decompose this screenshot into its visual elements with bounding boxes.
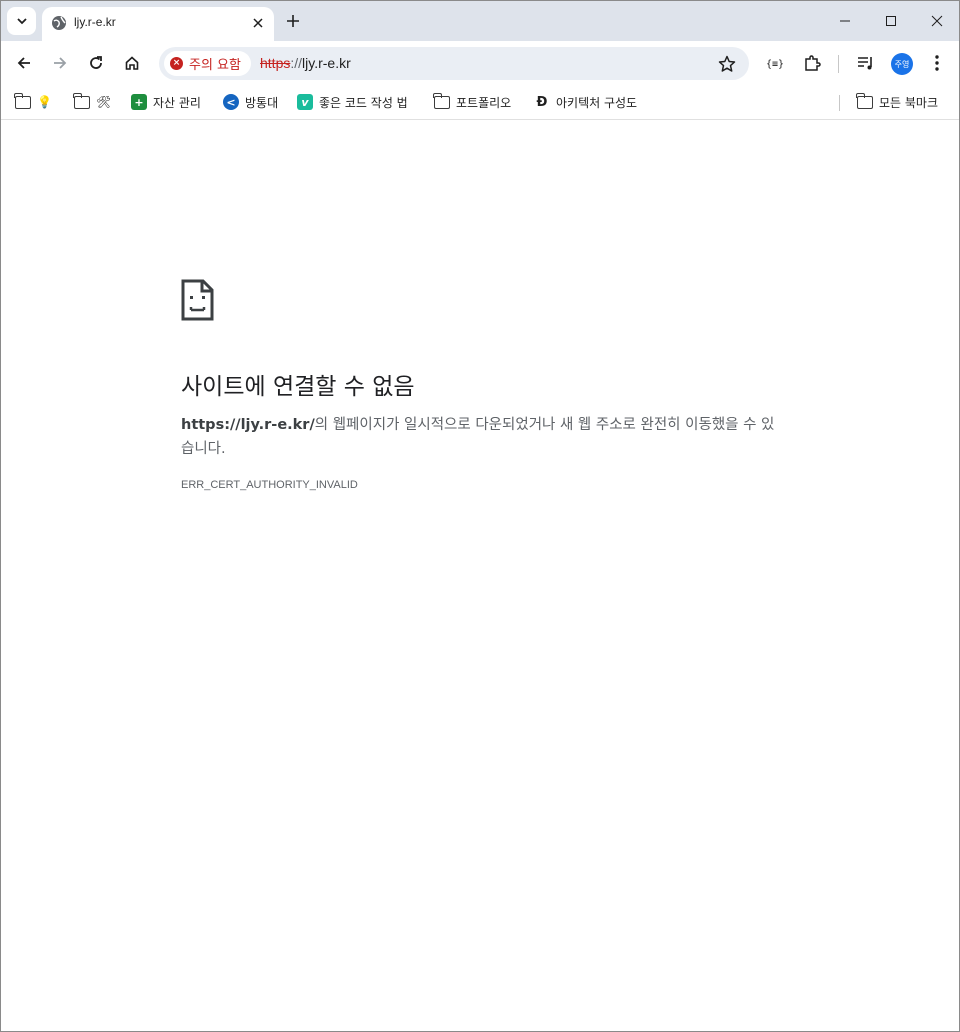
url-separator: :// <box>290 55 303 71</box>
bookmark-label: 좋은 코드 작성 법 <box>319 95 408 110</box>
arrow-left-icon <box>17 57 30 69</box>
bookmark-folder-portfolio[interactable]: 포트폴리오 <box>433 91 512 113</box>
sad-document-icon <box>181 279 214 321</box>
all-bookmarks-label: 모든 북마크 <box>879 95 939 110</box>
toolbar: × 주의 요함 https://ljy.r-e.kr {≡} 주영 <box>1 41 959 86</box>
bookmark-label: 방통대 <box>245 95 279 110</box>
folder-icon <box>73 92 90 109</box>
sheets-icon: + <box>131 94 147 110</box>
arrow-right-icon <box>54 57 67 69</box>
plus-icon <box>287 15 299 27</box>
bookmark-star-button[interactable] <box>717 54 737 74</box>
new-tab-button[interactable] <box>283 11 303 31</box>
home-button[interactable] <box>120 51 144 75</box>
chevron-down-icon <box>16 18 27 25</box>
bookmark-good-code[interactable]: v 좋은 코드 작성 법 <box>297 91 408 113</box>
playlist-music-icon <box>858 57 872 70</box>
bookmark-label: 💡 <box>37 95 52 109</box>
error-url: https://ljy.r-e.kr/ <box>181 417 315 433</box>
address-bar[interactable]: × 주의 요함 https://ljy.r-e.kr <box>159 47 749 80</box>
close-tab-button[interactable] <box>250 15 266 31</box>
minimize-button[interactable] <box>833 9 857 33</box>
menu-button[interactable] <box>925 51 949 75</box>
minimize-icon <box>840 20 850 22</box>
folder-icon <box>14 92 31 109</box>
v-icon: v <box>297 94 313 110</box>
security-warning-chip[interactable]: × 주의 요함 <box>164 51 251 76</box>
tab-search-button[interactable] <box>7 7 36 35</box>
maximize-icon <box>886 16 896 26</box>
bookmark-folder-lightbulb[interactable]: 💡 <box>14 91 52 113</box>
back-button[interactable] <box>12 51 36 75</box>
bookmark-folder-tools[interactable]: 🛠 <box>73 91 112 113</box>
error-page: 사이트에 연결할 수 없음 https://ljy.r-e.kr/의 웹페이지가… <box>1 121 959 1031</box>
reload-icon <box>90 56 102 69</box>
toolbar-divider <box>838 55 839 73</box>
bookmark-label: 포트폴리오 <box>456 95 512 110</box>
error-code[interactable]: ERR_CERT_AUTHORITY_INVALID <box>181 479 358 491</box>
close-icon <box>931 15 943 27</box>
svg-text:{≡}: {≡} <box>766 59 784 70</box>
bookmarks-bar: 💡 🛠 + 자산 관리 < 방통대 v 좋은 코드 작성 법 포트폴리오 Ð 아… <box>1 86 959 120</box>
all-bookmarks-button[interactable]: 모든 북마크 <box>856 91 939 113</box>
error-title: 사이트에 연결할 수 없음 <box>181 374 415 400</box>
maximize-button[interactable] <box>879 9 903 33</box>
bookmark-knou[interactable]: < 방통대 <box>223 91 278 113</box>
security-warning-label: 주의 요함 <box>189 58 241 73</box>
knou-icon: < <box>223 94 239 110</box>
home-icon <box>125 56 139 70</box>
extension-json-button[interactable]: {≡} <box>763 51 787 75</box>
media-controls-button[interactable] <box>854 51 878 75</box>
d-icon: Ð <box>534 94 550 110</box>
bookmark-asset-management[interactable]: + 자산 관리 <box>131 91 201 113</box>
star-icon <box>718 55 736 72</box>
bookmarks-divider <box>839 95 840 111</box>
reload-button[interactable] <box>84 51 108 75</box>
tab-active[interactable]: ljy.r-e.kr <box>42 7 274 41</box>
folder-icon <box>433 92 450 109</box>
extensions-button[interactable] <box>800 51 824 75</box>
url-host: ljy.r-e.kr <box>302 55 351 71</box>
more-vertical-icon <box>935 55 939 71</box>
close-window-button[interactable] <box>925 9 949 33</box>
bookmark-label: 아키텍처 구성도 <box>556 95 638 110</box>
browser-window: ljy.r-e.kr × 주의 요함 https://ljy.r-e.kr {≡… <box>0 0 960 1032</box>
tab-title: ljy.r-e.kr <box>74 15 116 29</box>
puzzle-icon <box>805 55 821 71</box>
json-braces-icon: {≡} <box>766 59 784 70</box>
tab-strip: ljy.r-e.kr <box>1 1 959 41</box>
globe-icon <box>52 16 66 30</box>
folder-icon <box>856 92 873 109</box>
url-scheme: https <box>260 55 291 71</box>
bookmark-architecture[interactable]: Ð 아키텍처 구성도 <box>534 91 637 113</box>
profile-avatar[interactable]: 주영 <box>891 53 913 75</box>
bookmark-label: 🛠 <box>96 95 112 109</box>
close-icon <box>253 18 263 28</box>
error-message: https://ljy.r-e.kr/의 웹페이지가 일시적으로 다운되었거나 … <box>181 413 781 461</box>
url-text[interactable]: https://ljy.r-e.kr <box>260 55 351 71</box>
forward-button[interactable] <box>48 51 72 75</box>
warning-icon: × <box>170 57 183 70</box>
bookmark-label: 자산 관리 <box>153 95 201 110</box>
